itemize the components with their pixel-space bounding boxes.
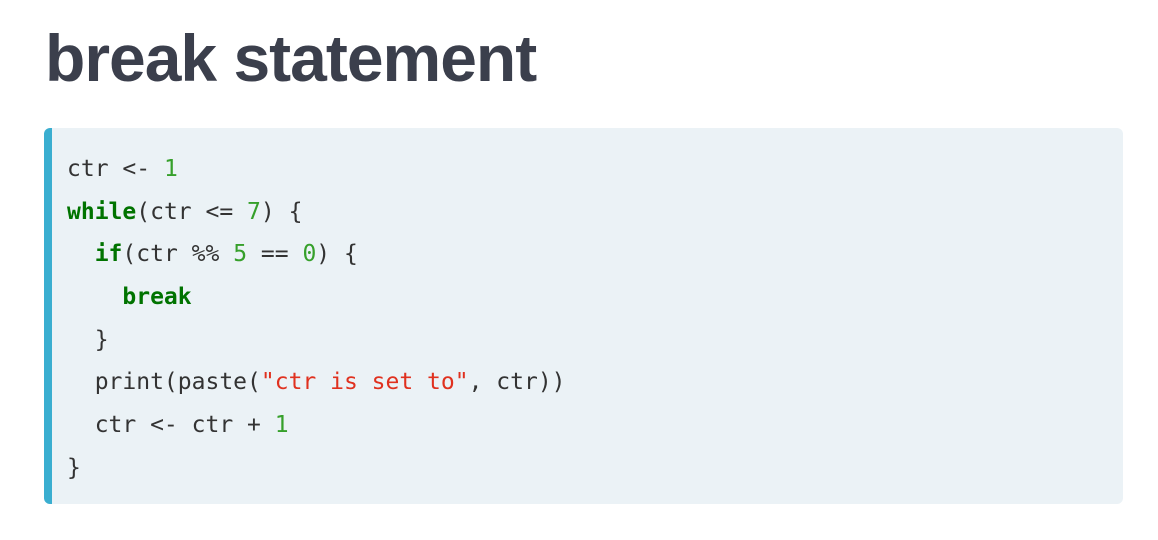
slide-title: break statement <box>45 21 537 95</box>
code-token: } <box>67 454 81 481</box>
code-line-7: ctr <- ctr + 1 <box>67 404 1123 447</box>
code-token: "ctr is set to" <box>260 369 469 396</box>
code-line-3: if(ctr %% 5 == 0) { <box>67 233 1123 276</box>
code-token: } <box>67 326 109 353</box>
code-token: 1 <box>274 412 289 439</box>
code-token: (ctr <= <box>136 198 248 225</box>
code-token: == <box>247 241 303 268</box>
code-token: if <box>94 241 123 268</box>
code-token: while <box>67 198 137 225</box>
code-token: , ctr)) <box>468 369 566 396</box>
code-token: ) { <box>316 241 358 268</box>
code-token: print(paste( <box>67 369 261 396</box>
code-line-1: ctr <- 1 <box>67 148 1123 191</box>
code-token: 5 <box>233 241 248 268</box>
code-token: ctr <- ctr + <box>67 412 275 439</box>
code-line-5: } <box>67 319 1123 362</box>
code-token: (ctr %% <box>122 241 234 268</box>
code-token: 1 <box>163 156 178 182</box>
code-line-4: break <box>67 276 1123 319</box>
code-block: ctr <- 1 while(ctr <= 7) { if(ctr %% 5 =… <box>44 128 1123 504</box>
code-token: 0 <box>302 241 317 268</box>
code-line-6: print(paste("ctr is set to", ctr)) <box>67 361 1123 404</box>
code-token: ctr <- <box>67 156 164 182</box>
code-token: break <box>122 284 192 311</box>
code-token: ) { <box>260 198 303 225</box>
code-token: 7 <box>247 198 261 225</box>
code-line-8: } <box>67 447 1123 490</box>
code-line-2: while(ctr <= 7) { <box>67 191 1123 234</box>
